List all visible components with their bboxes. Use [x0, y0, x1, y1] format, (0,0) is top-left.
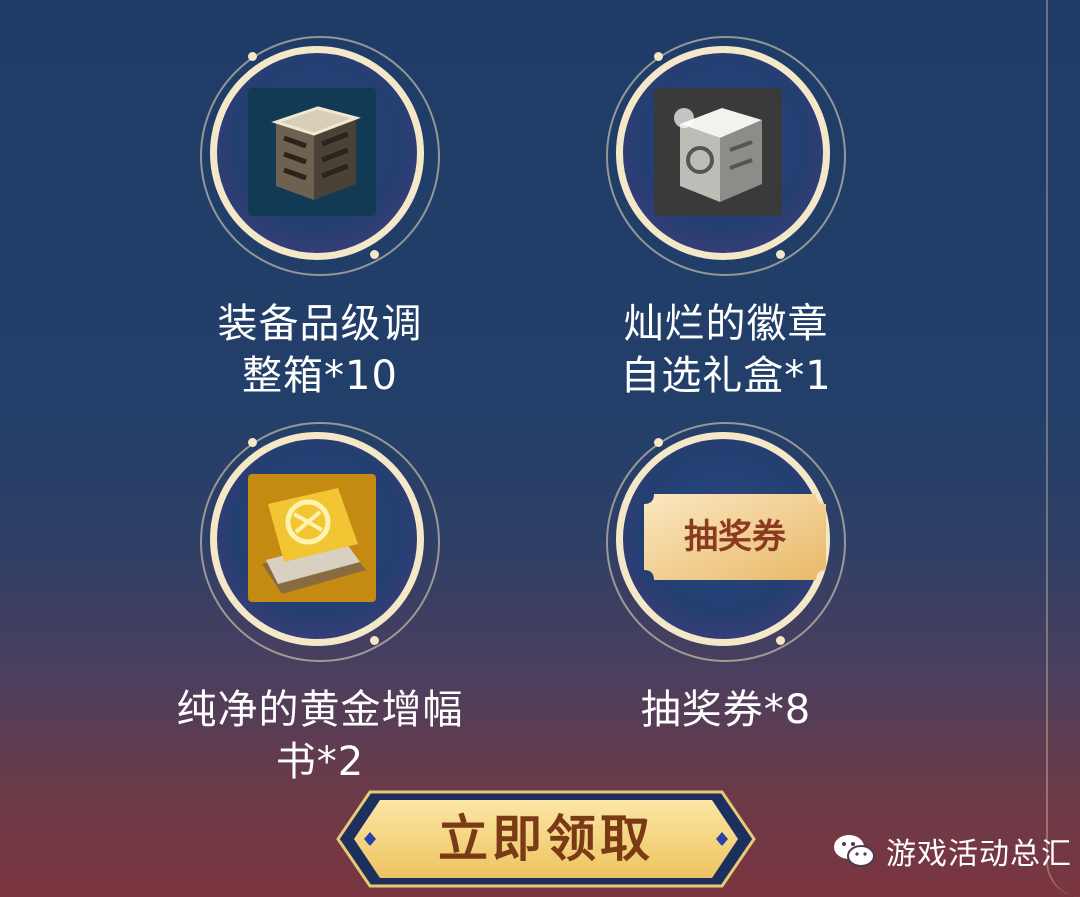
equipment-grade-box-icon — [248, 88, 376, 216]
reward-item-badge-box[interactable]: 灿烂的徽章 自选礼盒*1 — [576, 36, 876, 402]
watermark-text: 游戏活动总汇 — [886, 837, 1072, 872]
wechat-watermark: 游戏活动总汇 — [832, 826, 1072, 876]
reward-label: 灿烂的徽章 自选礼盒*1 — [620, 301, 832, 399]
reward-label: 纯净的黄金增幅 书*2 — [176, 687, 464, 785]
frame-border — [1046, 0, 1080, 897]
reward-label: 抽奖券*8 — [640, 687, 812, 733]
reward-ring — [200, 36, 440, 276]
ticket-label: 抽奖券 — [684, 517, 786, 557]
reward-item-grade-box[interactable]: 装备品级调 整箱*10 — [170, 36, 470, 402]
reward-item-gold-book[interactable]: 纯净的黄金增幅 书*2 — [170, 422, 470, 788]
wechat-icon — [834, 835, 875, 867]
claim-button-label: 立即领取 — [438, 809, 654, 868]
reward-ring: 抽奖券 — [606, 422, 846, 662]
reward-ring — [606, 36, 846, 276]
golden-amplification-book-icon — [248, 474, 376, 602]
claim-now-button[interactable]: 立即领取 — [336, 788, 756, 890]
lottery-ticket-icon: 抽奖券 — [644, 494, 826, 580]
reward-ring — [200, 422, 440, 662]
brilliant-badge-box-icon — [654, 88, 782, 216]
reward-item-lottery-ticket[interactable]: 抽奖券 抽奖券*8 — [576, 422, 876, 736]
reward-label: 装备品级调 整箱*10 — [217, 301, 423, 399]
